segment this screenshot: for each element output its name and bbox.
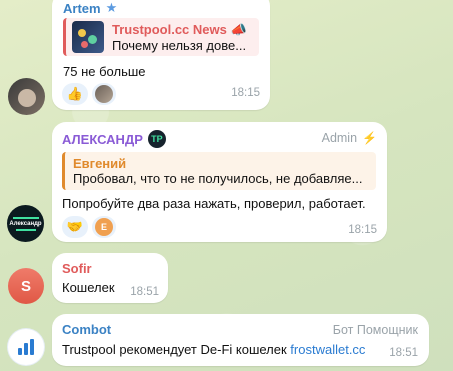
role-label: Бот Помощник (332, 323, 418, 337)
avatar-letter: S (20, 277, 31, 295)
message-text: 75 не больше (63, 64, 146, 79)
avatar[interactable] (8, 329, 44, 365)
message-time: 18:15 (348, 224, 377, 236)
reply-quote[interactable]: Евгений Пробовал, что то не получилось, … (62, 152, 376, 190)
channel-thumbnail (72, 21, 104, 53)
message-text: Trustpool рекомендует De-Fi кошелек fros… (62, 342, 365, 357)
message-bubble-artem[interactable]: Artem ★ Trustpool.cc News 📣 Почему нельз… (52, 0, 270, 110)
lightning-icon: ⚡ (362, 131, 377, 145)
reaction-thumbs-up[interactable]: 👍 (62, 83, 88, 105)
reactor-avatar: E (95, 218, 113, 236)
sender-name[interactable]: АЛЕКСАНДР (62, 132, 143, 147)
message-time: 18:15 (231, 87, 260, 99)
wallet-link[interactable]: frostwallet.cc (290, 342, 365, 357)
quote-text: Пробовал, что то не получилось, не добав… (73, 171, 363, 186)
quote-text: Почему нельзя дове... (112, 37, 247, 53)
tp-badge-icon: TP (147, 130, 166, 148)
message-bubble-sofir[interactable]: Sofir Кошелек 18:51 (52, 253, 168, 303)
star-icon: ★ (105, 0, 118, 15)
role-label: Admin (321, 131, 358, 145)
message-body: Trustpool рекомендует De-Fi кошелек (62, 342, 291, 357)
message-bubble-alexandr[interactable]: АЛЕКСАНДР TP Admin ⚡ Евгений Пробовал, ч… (52, 122, 387, 242)
reaction-avatar[interactable]: E (92, 216, 116, 238)
forwarded-quote[interactable]: Trustpool.cc News 📣 Почему нельзя дове..… (63, 18, 259, 56)
avatar[interactable]: S (8, 268, 44, 304)
avatar-label: Александр (9, 220, 42, 227)
message-time: 18:51 (130, 286, 159, 298)
message-bubble-combot[interactable]: Combot Бот Помощник Trustpool рекомендуе… (52, 314, 429, 366)
thumbs-up-icon: 👍 (66, 86, 84, 101)
quote-title: Trustpool.cc News 📣 (112, 21, 247, 37)
avatar[interactable] (8, 78, 45, 115)
sender-name[interactable]: Artem (63, 1, 101, 16)
message-text: Кошелек (62, 280, 115, 295)
handshake-icon: 🤝 (66, 219, 84, 234)
reactor-avatar (95, 85, 113, 103)
sender-name[interactable]: Sofir (62, 261, 92, 276)
bar-chart-icon (18, 339, 34, 355)
quote-author: Евгений (73, 156, 127, 171)
reaction-avatar[interactable] (92, 83, 116, 105)
reaction-handshake[interactable]: 🤝 (62, 216, 88, 238)
avatar[interactable]: Александр (7, 205, 44, 242)
sender-name[interactable]: Combot (62, 322, 111, 337)
message-text: Попробуйте два раза нажать, проверил, ра… (62, 196, 366, 211)
message-time: 18:51 (389, 347, 418, 359)
